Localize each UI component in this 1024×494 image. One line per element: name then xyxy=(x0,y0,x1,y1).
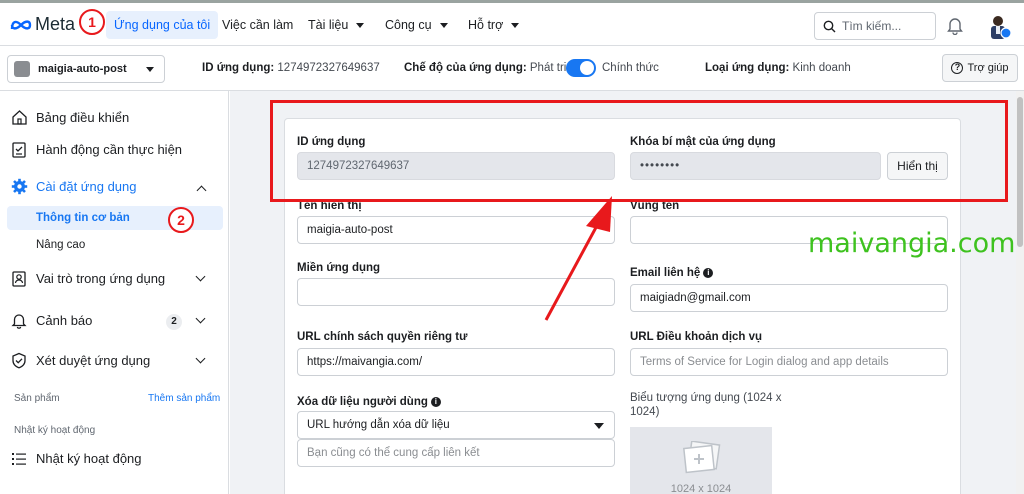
app-icon-label: Biểu tượng ứng dụng (1024 x 1024) xyxy=(630,392,782,418)
info-icon[interactable]: i xyxy=(430,396,441,407)
app-type-value: Kinh doanh xyxy=(792,62,851,74)
checklist-icon xyxy=(10,140,28,158)
data-deletion-label: Xóa dữ liệu người dùng xyxy=(297,396,428,408)
app-icon-caption: 1024 x 1024 xyxy=(670,483,732,494)
arrow-annotation xyxy=(544,196,612,321)
question-icon: ? xyxy=(951,62,964,74)
app-mode-label: Chế độ của ứng dụng: xyxy=(404,62,527,74)
search-icon xyxy=(823,20,836,32)
nav-tools[interactable]: Công cụ xyxy=(377,11,456,39)
chevron-down-icon xyxy=(594,423,604,429)
meta-logo-text: Meta xyxy=(35,14,76,34)
sidebar-item-label: Cảnh báo xyxy=(36,312,93,328)
gear-icon xyxy=(10,177,28,195)
app-id-meta-label: ID ứng dụng: xyxy=(202,62,275,74)
nav-support[interactable]: Hỗ trợ xyxy=(460,11,527,39)
app-domain-label: Miền ứng dụng xyxy=(297,262,381,274)
tos-url-input[interactable]: Terms of Service for Login dialog and ap… xyxy=(630,348,948,376)
data-deletion-label-wrap: Xóa dữ liệu người dùng i xyxy=(297,396,441,408)
chevron-down-icon xyxy=(146,67,154,72)
chevron-down-icon xyxy=(439,23,448,29)
app-type-meta: Loại ứng dụng: Kinh doanh xyxy=(705,62,851,74)
shield-check-icon xyxy=(10,351,28,369)
info-icon[interactable]: i xyxy=(703,267,714,278)
sidebar-subitem-advanced[interactable]: Nâng cao xyxy=(7,233,223,257)
top-navigation: Meta Ứng dụng của tôi Việc cần làm Tài l… xyxy=(0,0,1024,46)
sidebar: Bảng điều khiển Hành động cần thực hiện … xyxy=(0,91,229,494)
privacy-url-label: URL chính sách quyền riêng tư xyxy=(297,331,468,343)
step-2-marker: 2 xyxy=(168,207,194,233)
alerts-count-badge: 2 xyxy=(166,314,182,330)
nav-tools-label: Công cụ xyxy=(385,18,432,32)
chevron-down-icon[interactable] xyxy=(195,353,206,364)
data-deletion-select[interactable]: URL hướng dẫn xóa dữ liệu xyxy=(297,411,615,439)
privacy-url-input[interactable]: https://maivangia.com/ xyxy=(297,348,615,376)
nav-my-apps[interactable]: Ứng dụng của tôi xyxy=(106,11,219,39)
search-input[interactable]: Tìm kiếm... xyxy=(814,12,936,40)
meta-logo[interactable]: Meta xyxy=(10,14,75,35)
activity-section-label: Nhật ký hoạt động xyxy=(14,425,96,436)
sidebar-item-label: Hành động cần thực hiện xyxy=(36,141,183,157)
sidebar-item-alerts[interactable]: Cảnh báo xyxy=(10,311,92,329)
sidebar-item-label: Xét duyệt ứng dụng xyxy=(36,352,151,368)
sidebar-item-roles[interactable]: Vai trò trong ứng dụng xyxy=(10,269,165,287)
sidebar-item-review[interactable]: Xét duyệt ứng dụng xyxy=(10,351,150,369)
user-card-icon xyxy=(10,269,28,287)
products-section-label: Sản phẩm xyxy=(14,393,60,404)
content-scrollbar[interactable] xyxy=(1016,91,1024,494)
sidebar-item-actions[interactable]: Hành động cần thực hiện xyxy=(10,140,182,158)
chevron-down-icon[interactable] xyxy=(195,313,206,324)
step-1-marker: 1 xyxy=(79,9,105,35)
nav-docs-label: Tài liệu xyxy=(308,18,349,32)
app-selector[interactable]: maigia-auto-post xyxy=(7,55,165,83)
contact-email-label: Email liên hệ xyxy=(630,267,701,279)
app-header-bar: maigia-auto-post ID ứng dụng: 1274972327… xyxy=(0,46,1024,91)
nav-todo[interactable]: Việc cần làm xyxy=(214,11,301,39)
app-mode-live: Chính thức xyxy=(602,62,659,74)
app-mode-meta: Chế độ của ứng dụng: Phát triển xyxy=(404,62,579,74)
chevron-down-icon xyxy=(511,23,520,29)
app-mode-toggle[interactable] xyxy=(566,59,596,77)
sidebar-item-label: Cài đặt ứng dụng xyxy=(36,178,137,194)
add-product-link[interactable]: Thêm sản phẩm xyxy=(148,393,220,404)
sidebar-item-label: Vai trò trong ứng dụng xyxy=(36,270,166,286)
bell-icon[interactable] xyxy=(946,16,964,35)
contact-email-label-wrap: Email liên hệ i xyxy=(630,267,714,279)
sidebar-item-activity[interactable]: Nhật ký hoạt động xyxy=(10,449,142,467)
nav-support-label: Hỗ trợ xyxy=(468,18,504,32)
nav-todo-label: Việc cần làm xyxy=(222,18,294,32)
data-deletion-select-value: URL hướng dẫn xóa dữ liệu xyxy=(307,419,450,431)
app-id-meta-value: 1274972327649637 xyxy=(277,62,380,74)
app-thumbnail-icon xyxy=(14,61,30,77)
contact-email-input[interactable]: maigiadn@gmail.com xyxy=(630,284,948,312)
image-placeholder-icon xyxy=(682,441,721,474)
chevron-up-icon[interactable] xyxy=(196,185,207,196)
bell-icon xyxy=(10,311,28,329)
app-id-meta: ID ứng dụng: 1274972327649637 xyxy=(202,62,380,74)
app-icon-upload[interactable]: 1024 x 1024 xyxy=(630,427,772,494)
sidebar-item-settings[interactable]: Cài đặt ứng dụng xyxy=(10,177,137,195)
meta-infinity-icon xyxy=(10,19,32,30)
watermark: maivangia.com xyxy=(808,228,1016,259)
sidebar-item-label: Nhật ký hoạt động xyxy=(36,450,142,466)
sidebar-item-dashboard[interactable]: Bảng điều khiển xyxy=(10,108,129,126)
app-selector-label: maigia-auto-post xyxy=(38,63,127,75)
avatar[interactable] xyxy=(986,13,1012,39)
chevron-down-icon[interactable] xyxy=(195,271,206,282)
data-deletion-url-input[interactable]: Bạn cũng có thể cung cấp liên kết xyxy=(297,439,615,467)
help-button[interactable]: ? Trợ giúp xyxy=(942,54,1018,82)
app-type-label: Loại ứng dụng: xyxy=(705,62,790,74)
help-button-label: Trợ giúp xyxy=(967,62,1009,74)
sidebar-item-label: Bảng điều khiển xyxy=(36,109,130,125)
home-icon xyxy=(10,108,28,126)
search-placeholder: Tìm kiếm... xyxy=(842,19,902,33)
highlight-box xyxy=(270,100,1008,202)
chevron-down-icon xyxy=(356,23,365,29)
tos-url-label: URL Điều khoản dịch vụ xyxy=(630,331,763,343)
list-icon xyxy=(10,449,28,467)
nav-docs[interactable]: Tài liệu xyxy=(300,11,372,39)
